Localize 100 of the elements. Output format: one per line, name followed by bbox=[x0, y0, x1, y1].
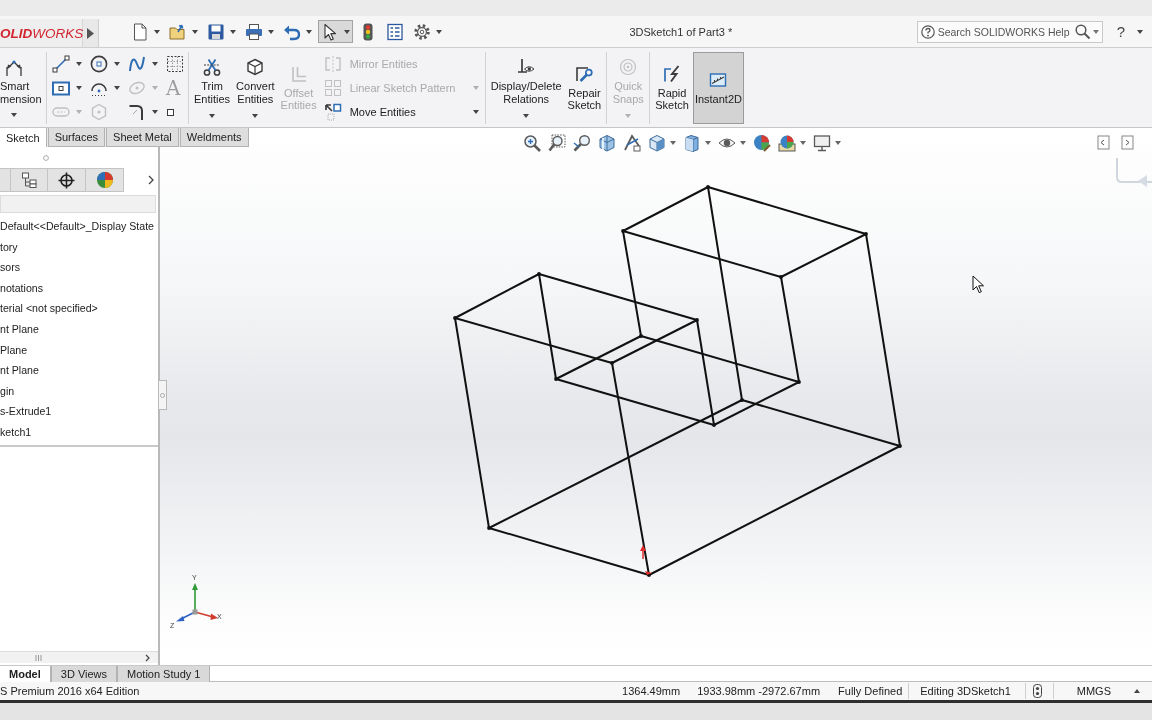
edition-text: S Premium 2016 x64 Edition bbox=[0, 685, 140, 697]
annotation-view-button[interactable] bbox=[623, 133, 641, 152]
ruler-icon bbox=[709, 70, 728, 89]
splitter-handle[interactable] bbox=[159, 380, 167, 410]
tree-item[interactable]: s-Extrude1 bbox=[0, 401, 158, 422]
caret-up-icon bbox=[1134, 689, 1140, 693]
gear-icon bbox=[413, 22, 431, 41]
command-tab[interactable]: Sketch bbox=[0, 128, 47, 147]
relation-eye-icon bbox=[517, 58, 536, 76]
panel-tab[interactable] bbox=[11, 168, 48, 192]
wrench-icon bbox=[575, 64, 594, 83]
folder-icon bbox=[169, 22, 187, 41]
zoom-fit-icon bbox=[523, 133, 541, 152]
splitter-dot-icon bbox=[160, 392, 165, 398]
convert-button[interactable]: Convert Entities bbox=[234, 52, 277, 124]
display-style-button[interactable] bbox=[683, 133, 711, 152]
line-icon bbox=[52, 55, 70, 73]
caret-icon bbox=[740, 140, 746, 145]
apply-scene-button[interactable] bbox=[778, 133, 806, 152]
search-box[interactable]: Search SOLIDWORKS Help bbox=[916, 20, 1103, 43]
tree-item[interactable]: nt Plane bbox=[0, 318, 158, 340]
zoom-area-button[interactable] bbox=[548, 133, 566, 152]
status-field: 1364.49mm bbox=[622, 683, 698, 699]
zoom-area-icon bbox=[548, 133, 566, 152]
color-sphere-icon bbox=[753, 133, 771, 152]
bottom-tab[interactable]: Model bbox=[0, 666, 51, 682]
tree-item[interactable]: tory bbox=[0, 236, 158, 258]
status-field: Editing 3DSketch1 bbox=[909, 683, 1026, 699]
smart-dimension-button[interactable]: Smart mension bbox=[0, 52, 44, 124]
expand-menu-button[interactable] bbox=[83, 19, 99, 47]
search-field[interactable]: Search SOLIDWORKS Help bbox=[937, 25, 1072, 38]
pointer-icon bbox=[321, 22, 339, 41]
caret-icon bbox=[1137, 29, 1143, 34]
ellipse-icon bbox=[128, 79, 146, 97]
view-orientation-button[interactable] bbox=[648, 133, 676, 152]
panel-right-icon bbox=[1120, 134, 1135, 151]
caret-icon bbox=[1092, 29, 1099, 34]
shaded-box-icon bbox=[683, 133, 701, 152]
relations-button[interactable]: Display/Delete Relations bbox=[488, 52, 564, 124]
command-tab[interactable]: Weldments bbox=[179, 128, 249, 147]
tree-item[interactable]: Plane bbox=[0, 339, 158, 361]
bottom-tab[interactable]: 3D Views bbox=[50, 666, 118, 682]
units-button[interactable]: MMGS bbox=[1053, 685, 1152, 697]
section-view-button[interactable] bbox=[598, 133, 616, 152]
triangle-right-icon bbox=[87, 27, 94, 39]
select-button[interactable] bbox=[318, 20, 353, 43]
status-field: Fully Defined bbox=[838, 683, 910, 699]
tree-item[interactable]: ketch1 bbox=[0, 421, 158, 443]
caret-icon bbox=[800, 140, 806, 145]
help-button[interactable]: ? bbox=[1116, 23, 1143, 40]
previous-view-icon bbox=[573, 133, 591, 152]
tree-item[interactable]: Default<<Default>_Display State bbox=[0, 216, 158, 237]
filter-field[interactable] bbox=[0, 195, 156, 213]
zoom-to-fit-button[interactable] bbox=[523, 133, 541, 152]
caret-icon bbox=[835, 140, 841, 145]
document-title: 3DSketch1 of Part3 * bbox=[629, 25, 733, 38]
move-arrow-icon bbox=[323, 103, 342, 121]
tree-item[interactable]: terial <not specified> bbox=[0, 298, 158, 319]
rapid-button[interactable]: Rapid Sketch bbox=[653, 52, 691, 124]
horizontal-scrollbar[interactable] bbox=[0, 651, 158, 663]
mouse-pointer-icon bbox=[972, 275, 985, 294]
view-cube-icon bbox=[648, 133, 666, 152]
chevron-right-icon bbox=[145, 653, 150, 662]
chevron-right-icon bbox=[148, 175, 154, 185]
scissors-icon bbox=[203, 58, 222, 76]
origin-arrow-icon bbox=[639, 545, 653, 575]
document-list-icon bbox=[386, 22, 404, 41]
polygon-icon bbox=[90, 103, 108, 121]
target-icon bbox=[619, 58, 638, 76]
pattern-squares-icon bbox=[323, 79, 342, 97]
view-settings-button[interactable] bbox=[813, 133, 841, 152]
tree-item[interactable]: notations bbox=[0, 277, 158, 299]
point-icon bbox=[166, 107, 175, 117]
panel-left-icon bbox=[1096, 134, 1111, 151]
tree-item[interactable]: nt Plane bbox=[0, 360, 158, 381]
printer-icon bbox=[245, 22, 263, 41]
tree-item[interactable]: gin bbox=[0, 380, 158, 402]
trim-button[interactable]: Trim Entities bbox=[192, 52, 233, 124]
dashed-grid-icon bbox=[166, 55, 184, 73]
annotation-view-icon bbox=[623, 133, 641, 152]
repair-button[interactable]: Repair Sketch bbox=[565, 52, 604, 124]
panel-tab[interactable] bbox=[48, 168, 86, 192]
bottom-tab[interactable]: Motion Study 1 bbox=[117, 666, 211, 682]
instant2d-button[interactable]: Instant2D bbox=[692, 52, 744, 124]
monitor-icon bbox=[813, 133, 831, 152]
previous-view-button[interactable] bbox=[573, 133, 591, 152]
tree-item[interactable]: sors bbox=[0, 257, 158, 278]
cube-icon bbox=[246, 58, 265, 76]
fillet-icon bbox=[128, 103, 146, 121]
edit-appearance-button[interactable] bbox=[753, 133, 771, 152]
splitter-dot-icon bbox=[43, 154, 49, 161]
crosshair-icon bbox=[58, 171, 75, 189]
caret-icon bbox=[670, 140, 676, 145]
dimension-icon bbox=[5, 59, 23, 77]
offset-lines-icon bbox=[289, 64, 308, 83]
command-tab[interactable]: Sheet Metal bbox=[106, 128, 179, 147]
move-entities-button[interactable]: Move Entities bbox=[322, 100, 483, 124]
command-tab[interactable]: Surfaces bbox=[47, 128, 106, 147]
rectangle-icon bbox=[52, 79, 70, 97]
spline-icon bbox=[128, 55, 146, 73]
